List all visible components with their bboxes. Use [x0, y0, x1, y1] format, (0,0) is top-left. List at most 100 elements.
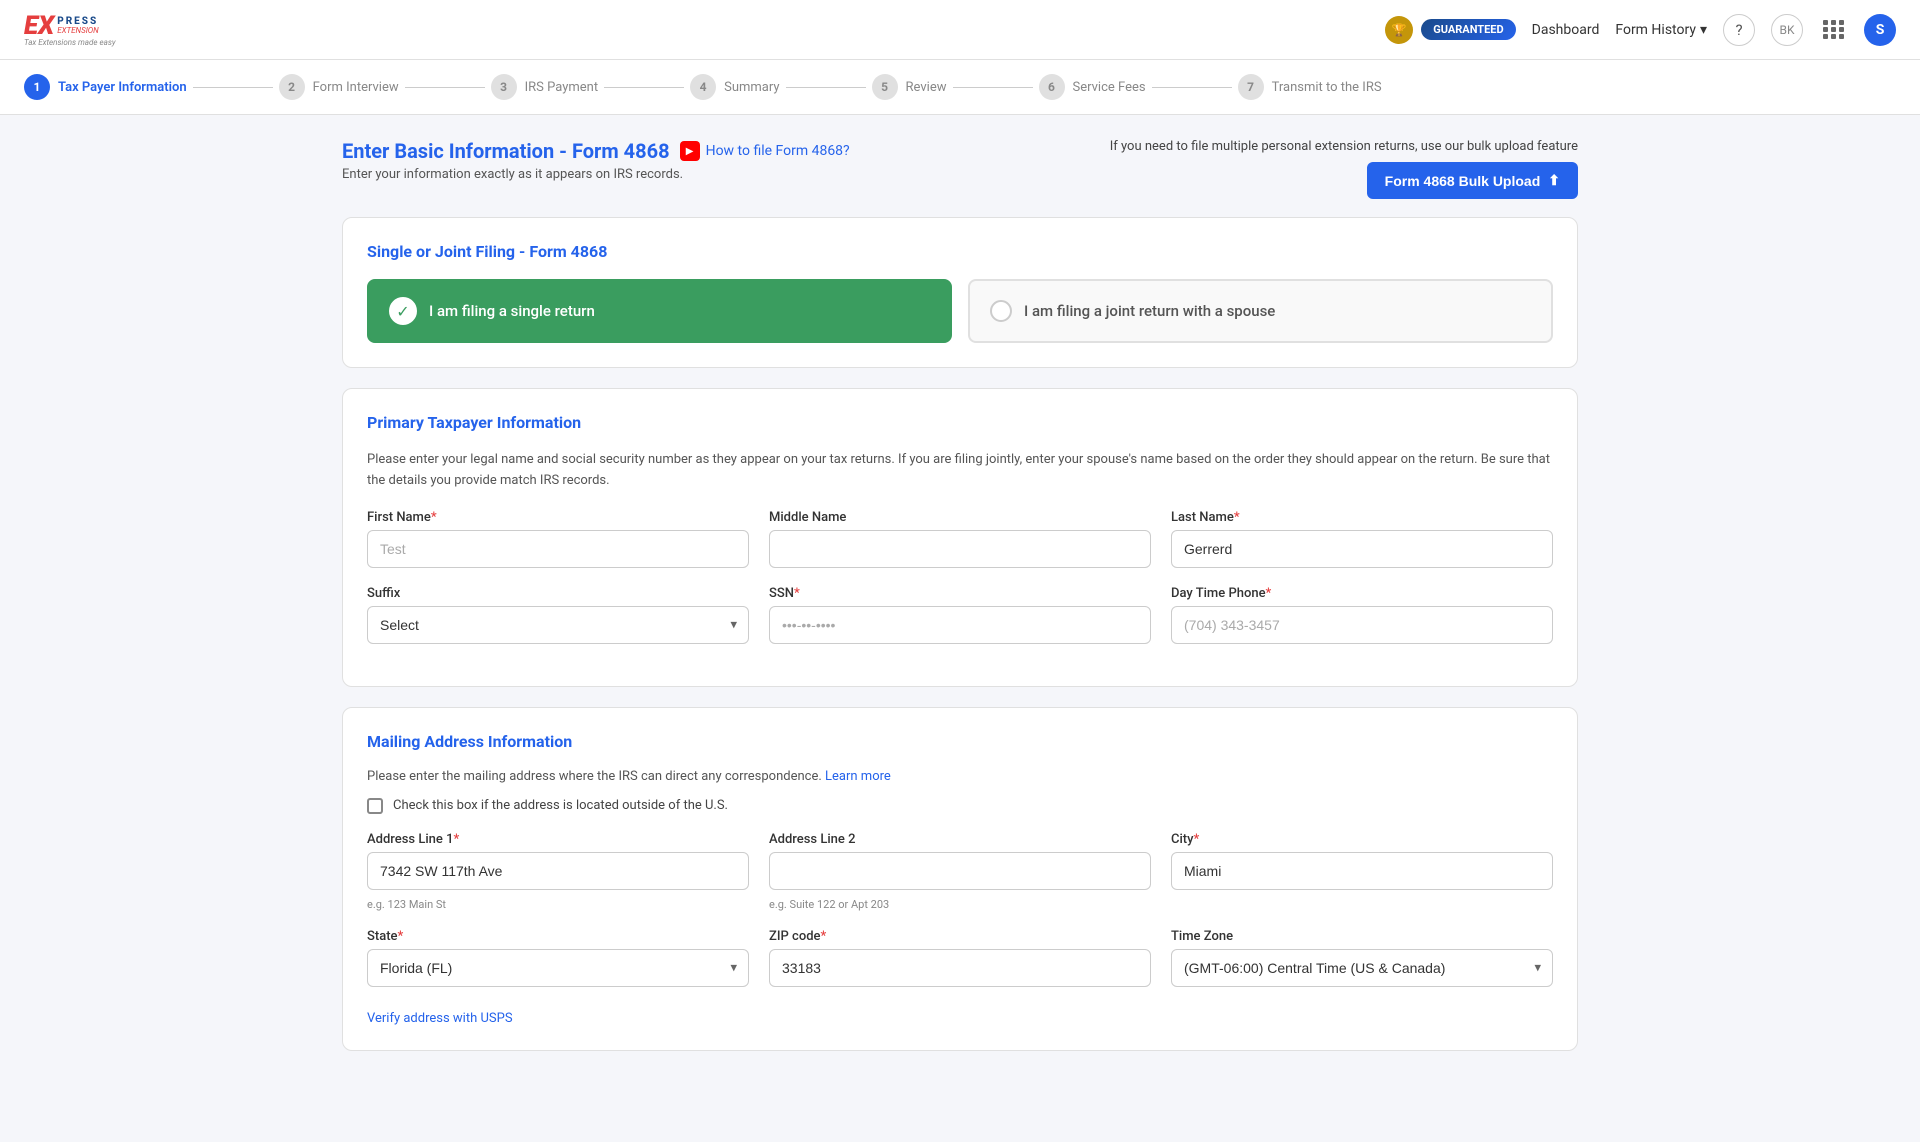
step-7-circle: 7: [1238, 74, 1264, 100]
middle-name-group: Middle Name: [769, 510, 1151, 568]
how-to-link[interactable]: ▶ How to file Form 4868?: [680, 141, 850, 161]
step-6[interactable]: 6 Service Fees: [1039, 74, 1146, 100]
phone-input[interactable]: [1171, 606, 1553, 644]
mailing-card: Mailing Address Information Please enter…: [342, 707, 1578, 1051]
grid-dot: [1839, 27, 1844, 32]
learn-more-link[interactable]: Learn more: [825, 769, 891, 784]
step-line-1: [193, 87, 273, 88]
ssn-input[interactable]: [769, 606, 1151, 644]
city-input[interactable]: [1171, 852, 1553, 890]
step-6-label: Service Fees: [1073, 80, 1146, 95]
chevron-down-icon: ▾: [1700, 22, 1707, 38]
step-1-label: Tax Payer Information: [58, 80, 187, 95]
filing-title: Single or Joint Filing - Form 4868: [367, 242, 1553, 261]
step-2-label: Form Interview: [313, 80, 399, 95]
outside-us-label: Check this box if the address is located…: [393, 798, 728, 813]
address1-input[interactable]: [367, 852, 749, 890]
dashboard-link[interactable]: Dashboard: [1532, 22, 1600, 38]
page-header: Enter Basic Information - Form 4868 ▶ Ho…: [342, 139, 1578, 199]
logo-press-stack: PRESS EXTENSION: [57, 16, 98, 36]
user-icon[interactable]: BK: [1771, 14, 1803, 46]
logo-tagline: Tax Extensions made easy: [24, 39, 116, 47]
help-icon[interactable]: ?: [1723, 14, 1755, 46]
joint-filing-label: I am filing a joint return with a spouse: [1024, 302, 1275, 320]
name-row: First Name* Middle Name Last Name*: [367, 510, 1553, 568]
grid-row: [1823, 20, 1844, 25]
outside-us-checkbox[interactable]: Check this box if the address is located…: [367, 798, 1553, 814]
check-icon: ✓: [389, 297, 417, 325]
step-2[interactable]: 2 Form Interview: [279, 74, 399, 100]
address2-hint: e.g. Suite 122 or Apt 203: [769, 898, 1151, 911]
step-7[interactable]: 7 Transmit to the IRS: [1238, 74, 1382, 100]
suffix-group: Suffix Select Jr. Sr. II III: [367, 586, 749, 644]
address1-label: Address Line 1*: [367, 832, 749, 847]
checkbox-icon: [367, 798, 383, 814]
first-name-label: First Name*: [367, 510, 749, 525]
state-label: State*: [367, 929, 749, 944]
page-header-left: Enter Basic Information - Form 4868 ▶ Ho…: [342, 139, 850, 182]
logo-press: PRESS: [57, 16, 98, 27]
grid-dot: [1839, 20, 1844, 25]
user-initials: BK: [1779, 23, 1794, 37]
main-content: Enter Basic Information - Form 4868 ▶ Ho…: [310, 115, 1610, 1095]
middle-name-label: Middle Name: [769, 510, 1151, 525]
first-name-input[interactable]: [367, 530, 749, 568]
step-3-label: IRS Payment: [525, 80, 598, 95]
suffix-label: Suffix: [367, 586, 749, 601]
step-5-label: Review: [906, 80, 947, 95]
avatar[interactable]: S: [1864, 14, 1896, 46]
last-name-group: Last Name*: [1171, 510, 1553, 568]
grid-dot: [1823, 34, 1828, 39]
timezone-label: Time Zone: [1171, 929, 1553, 944]
step-3-circle: 3: [491, 74, 517, 100]
upload-icon: ⬆: [1548, 172, 1560, 189]
address2-label: Address Line 2: [769, 832, 1151, 847]
logo: EX PRESS EXTENSION Tax Extensions made e…: [24, 13, 116, 47]
address1-hint: e.g. 123 Main St: [367, 898, 749, 911]
joint-filing-option[interactable]: I am filing a joint return with a spouse: [968, 279, 1553, 343]
step-1[interactable]: 1 Tax Payer Information: [24, 74, 187, 100]
title-row: Enter Basic Information - Form 4868 ▶ Ho…: [342, 139, 850, 163]
grid-dot: [1831, 20, 1836, 25]
guaranteed-badge: GUARANTEED: [1421, 19, 1515, 40]
step-line-4: [786, 87, 866, 88]
step-3[interactable]: 3 IRS Payment: [491, 74, 598, 100]
form-history-link[interactable]: Form History ▾: [1615, 22, 1707, 38]
state-group: State* Florida (FL) Alabama (AL) Alaska …: [367, 929, 749, 987]
last-name-input[interactable]: [1171, 530, 1553, 568]
step-2-circle: 2: [279, 74, 305, 100]
zip-input[interactable]: [769, 949, 1151, 987]
middle-name-input[interactable]: [769, 530, 1151, 568]
step-4-circle: 4: [690, 74, 716, 100]
timezone-select[interactable]: (GMT-06:00) Central Time (US & Canada) (…: [1171, 949, 1553, 987]
header-left: EX PRESS EXTENSION Tax Extensions made e…: [24, 13, 116, 47]
state-select[interactable]: Florida (FL) Alabama (AL) Alaska (AK) Ar…: [367, 949, 749, 987]
progress-steps: 1 Tax Payer Information 2 Form Interview…: [0, 60, 1920, 115]
step-line-5: [953, 87, 1033, 88]
suffix-select[interactable]: Select Jr. Sr. II III: [367, 606, 749, 644]
step-7-label: Transmit to the IRS: [1272, 80, 1382, 95]
taxpayer-title: Primary Taxpayer Information: [367, 413, 1553, 432]
usps-verify-link[interactable]: Verify address with USPS: [367, 1011, 513, 1026]
grid-dot: [1831, 34, 1836, 39]
address1-group: Address Line 1* e.g. 123 Main St: [367, 832, 749, 911]
grid-icon[interactable]: [1819, 16, 1848, 43]
address-row-2: State* Florida (FL) Alabama (AL) Alaska …: [367, 929, 1553, 987]
step-4[interactable]: 4 Summary: [690, 74, 779, 100]
header-right: 🏆 GUARANTEED Dashboard Form History ▾ ? …: [1385, 14, 1896, 46]
page-title: Enter Basic Information - Form 4868: [342, 139, 670, 163]
ssn-label: SSN*: [769, 586, 1151, 601]
logo-ex: EX: [24, 13, 54, 39]
guaranteed-badge-container: 🏆 GUARANTEED: [1385, 16, 1515, 44]
address2-input[interactable]: [769, 852, 1151, 890]
page-subtitle: Enter your information exactly as it app…: [342, 167, 850, 182]
step-line-3: [604, 87, 684, 88]
logo-extension: EXTENSION: [57, 27, 98, 36]
bulk-upload-button[interactable]: Form 4868 Bulk Upload ⬆: [1367, 162, 1578, 199]
bulk-info-text: If you need to file multiple personal ex…: [1110, 139, 1578, 154]
state-select-wrapper: Florida (FL) Alabama (AL) Alaska (AK) Ar…: [367, 949, 749, 987]
step-5[interactable]: 5 Review: [872, 74, 947, 100]
phone-group: Day Time Phone*: [1171, 586, 1553, 644]
timezone-select-wrapper: (GMT-06:00) Central Time (US & Canada) (…: [1171, 949, 1553, 987]
single-filing-option[interactable]: ✓ I am filing a single return: [367, 279, 952, 343]
